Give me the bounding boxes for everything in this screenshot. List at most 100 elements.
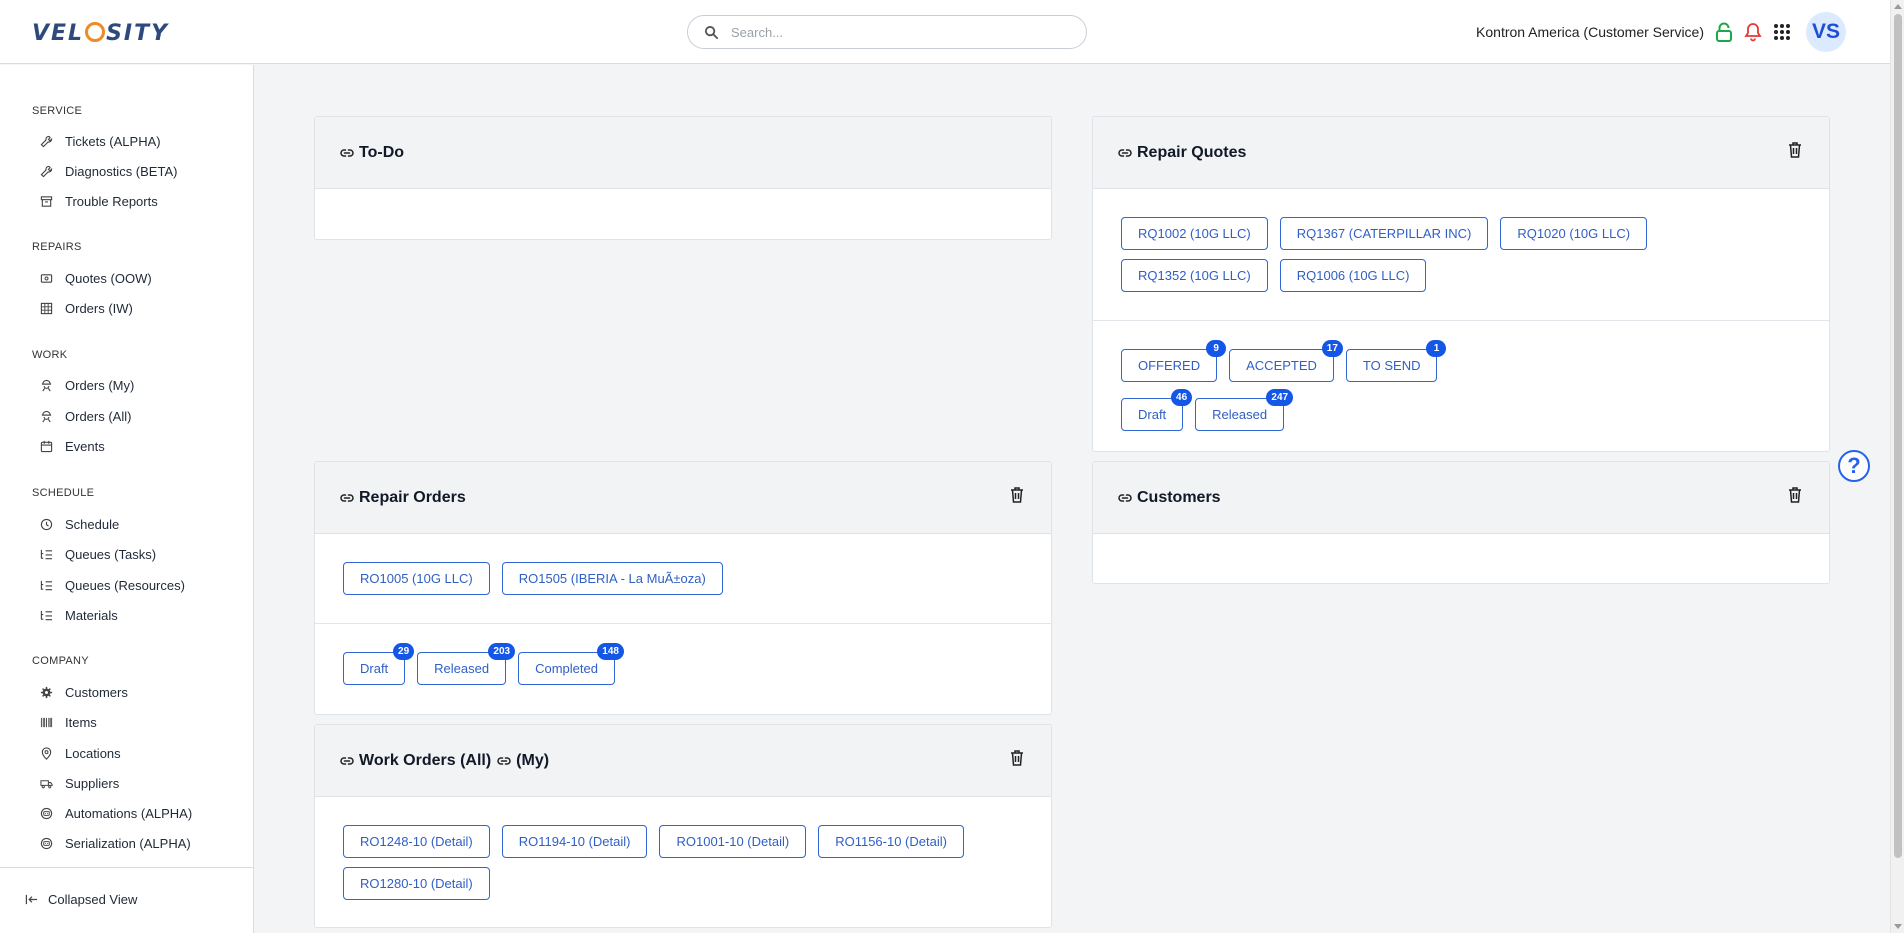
section-company: COMPANY — [32, 655, 89, 667]
sidebar: SERVICE Tickets (ALPHA) Diagnostics (BET… — [0, 65, 254, 933]
link-icon[interactable] — [339, 145, 355, 161]
status-label: Completed — [535, 661, 598, 676]
work-orders-title: Work Orders (All) (My) — [339, 752, 549, 770]
work-order-button[interactable]: RO1001-10 (Detail) — [659, 825, 807, 858]
work-order-button[interactable]: RO1194-10 (Detail) — [501, 825, 648, 858]
trash-icon[interactable] — [1009, 749, 1025, 767]
repair-quote-button[interactable]: RQ1002 (10G LLC) — [1121, 217, 1268, 250]
repair-quote-button[interactable]: RQ1020 (10G LLC) — [1500, 217, 1648, 250]
search-box[interactable] — [687, 15, 1087, 49]
sidebar-item-customers[interactable]: Customers — [40, 681, 128, 703]
sidebar-item-schedule[interactable]: Schedule — [40, 513, 119, 535]
status-label: Draft — [1138, 407, 1167, 422]
repair-order-button[interactable]: RO1005 (10G LLC) — [343, 562, 490, 595]
help-button[interactable]: ? — [1838, 450, 1870, 482]
work-order-button[interactable]: RO1248-10 (Detail) — [343, 825, 490, 858]
repair-quote-button[interactable]: RQ1352 (10G LLC) — [1121, 259, 1268, 292]
link-icon[interactable] — [496, 753, 512, 769]
logo-text-start: VEL — [32, 20, 85, 46]
repair-quote-button[interactable]: RQ1367 (CATERPILLAR INC) — [1279, 217, 1489, 250]
trash-icon[interactable] — [1787, 141, 1803, 159]
sidebar-item-orders-all[interactable]: Orders (All) — [40, 405, 131, 427]
scroll-up-icon[interactable] — [1894, 4, 1902, 9]
repair-quotes-status-list: OFFERED 9 ACCEPTED 17 TO SEND 1 Draft 46 Rel… — [1121, 340, 1801, 431]
trash-icon[interactable] — [1009, 486, 1025, 504]
repair-orders-card: Repair Orders RO1005 (10G LLC) RO1505 (I… — [314, 461, 1052, 715]
sidebar-item-queues-tasks[interactable]: Queues (Tasks) — [40, 543, 156, 565]
apps-grid-icon[interactable] — [1772, 22, 1792, 42]
section-service: SERVICE — [32, 105, 83, 117]
sidebar-item-label: Customers — [65, 684, 128, 700]
archive-icon — [40, 195, 53, 207]
work-order-button[interactable]: RO1156-10 (Detail) — [818, 825, 964, 858]
link-icon[interactable] — [339, 490, 355, 506]
gear-icon — [40, 686, 53, 698]
logo-text-end: SITY — [106, 20, 170, 46]
sidebar-item-items[interactable]: Items — [40, 711, 97, 733]
search-input[interactable] — [731, 24, 1071, 40]
sidebar-item-orders-my[interactable]: Orders (My) — [40, 374, 134, 396]
sidebar-item-automations[interactable]: Automations (ALPHA) — [40, 802, 192, 824]
link-icon[interactable] — [1117, 145, 1133, 161]
sidebar-item-locations[interactable]: Locations — [40, 742, 121, 764]
scroll-down-icon[interactable] — [1894, 924, 1902, 929]
status-to-send-button[interactable]: TO SEND 1 — [1345, 340, 1447, 382]
status-accepted-button[interactable]: ACCEPTED 17 — [1229, 340, 1343, 382]
sidebar-item-label: Tickets (ALPHA) — [65, 133, 161, 149]
repair-quotes-statuses: OFFERED 9 ACCEPTED 17 TO SEND 1 Draft 46 Rel… — [1093, 321, 1829, 459]
customers-title: Customers — [1117, 489, 1221, 507]
status-completed-button[interactable]: Completed 148 — [518, 643, 624, 685]
status-draft-button[interactable]: Draft 29 — [343, 643, 415, 685]
sidebar-item-suppliers[interactable]: Suppliers — [40, 772, 119, 794]
count-badge: 203 — [488, 643, 516, 660]
repair-quotes-list: RQ1002 (10G LLC) RQ1367 (CATERPILLAR INC… — [1121, 217, 1801, 292]
status-draft-button[interactable]: Draft 46 — [1121, 389, 1193, 431]
status-released-button[interactable]: Released 203 — [417, 643, 516, 685]
scrollbar-thumb[interactable] — [1894, 14, 1902, 858]
repair-quotes-card: Repair Quotes RQ1002 (10G LLC) RQ1367 (C… — [1092, 116, 1830, 452]
sidebar-item-label: Orders (All) — [65, 408, 132, 424]
customers-card-header: Customers — [1093, 462, 1829, 534]
clock-icon — [40, 518, 53, 530]
lock-icon[interactable] — [1714, 22, 1734, 42]
sidebar-item-materials[interactable]: Materials — [40, 604, 118, 626]
work-orders-list: RO1248-10 (Detail) RO1194-10 (Detail) RO… — [343, 825, 1023, 900]
sidebar-item-trouble-reports[interactable]: Trouble Reports — [40, 190, 158, 212]
count-badge: 29 — [393, 643, 415, 660]
sidebar-item-diagnostics[interactable]: Diagnostics (BETA) — [40, 160, 177, 182]
sidebar-item-tickets[interactable]: Tickets (ALPHA) — [40, 130, 161, 152]
sidebar-item-label: Diagnostics (BETA) — [65, 163, 178, 179]
sidebar-item-label: Schedule — [65, 516, 120, 532]
work-order-button[interactable]: RO1280-10 (Detail) — [343, 867, 490, 900]
section-repairs: REPAIRS — [32, 241, 82, 253]
status-offered-button[interactable]: OFFERED 9 — [1121, 340, 1227, 382]
collapsed-view-button[interactable]: Collapsed View — [25, 892, 137, 907]
work-orders-card-header: Work Orders (All) (My) — [315, 725, 1051, 797]
velocity-logo[interactable]: VEL SITY — [32, 19, 169, 47]
user-avatar[interactable]: VS — [1806, 12, 1846, 52]
list-icon — [40, 610, 53, 620]
todo-title-text: To-Do — [359, 143, 405, 161]
link-icon[interactable] — [1117, 490, 1133, 506]
repair-quote-button[interactable]: RQ1006 (10G LLC) — [1279, 259, 1427, 292]
repair-order-button[interactable]: RO1505 (IBERIA - La MuÃ±oza) — [501, 562, 723, 595]
link-icon[interactable] — [339, 753, 355, 769]
sidebar-item-label: Quotes (OOW) — [65, 270, 152, 286]
work-orders-my-text: (My) — [516, 751, 550, 769]
sidebar-item-events[interactable]: Events — [40, 435, 105, 457]
sidebar-item-label: Events — [65, 438, 105, 454]
section-work: WORK — [32, 349, 68, 361]
repair-orders-card-header: Repair Orders — [315, 462, 1051, 534]
sidebar-item-queues-resources[interactable]: Queues (Resources) — [40, 574, 185, 596]
status-released-button[interactable]: Released 247 — [1195, 389, 1294, 431]
trash-icon[interactable] — [1787, 486, 1803, 504]
collapse-left-icon — [25, 894, 38, 905]
bell-icon[interactable] — [1743, 22, 1763, 42]
list-icon — [40, 549, 53, 559]
sidebar-item-orders-iw[interactable]: Orders (IW) — [40, 297, 133, 319]
page-scrollbar[interactable] — [1890, 0, 1904, 933]
sidebar-item-quotes[interactable]: Quotes (OOW) — [40, 267, 152, 289]
sidebar-item-serialization[interactable]: Serialization (ALPHA) — [40, 832, 191, 854]
organization-name[interactable]: Kontron America (Customer Service) — [1476, 24, 1704, 40]
robot-icon — [40, 807, 53, 819]
